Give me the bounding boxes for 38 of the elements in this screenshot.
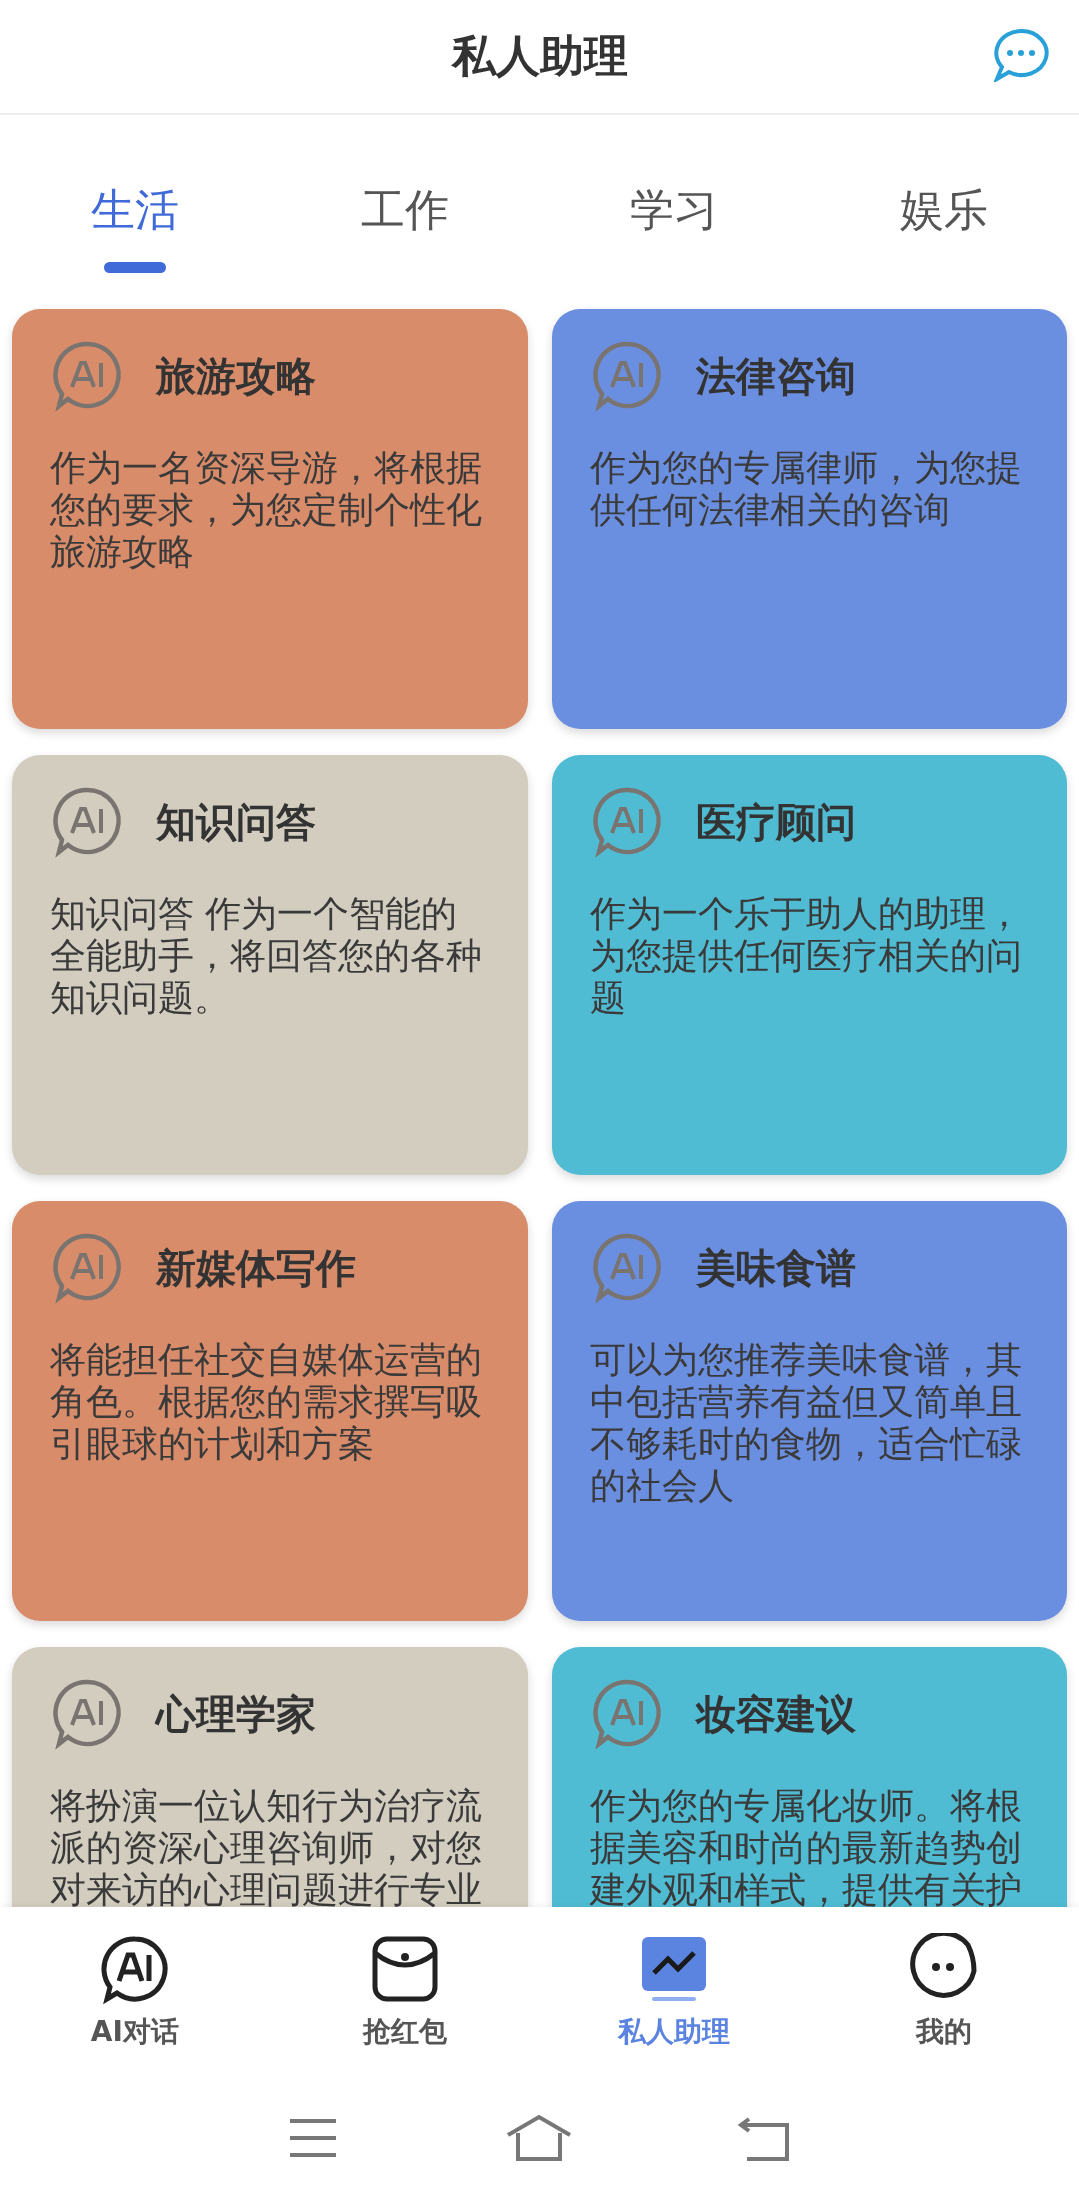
category-tab[interactable]: 工作	[269, 115, 540, 279]
card-description: 作为您的专属律师，为您提供任何法律相关的咨询	[589, 447, 1023, 531]
assistant-card[interactable]: 旅游攻略 作为一名资深导游，将根据您的要求，为您定制个性化旅游攻略	[12, 309, 528, 729]
nav-item[interactable]: 抢红包	[269, 1907, 540, 2077]
card-description: 作为一个乐于助人的助理，为您提供任何医疗相关的问题	[589, 893, 1023, 1019]
category-tab[interactable]: 娱乐	[809, 115, 1079, 279]
category-tab[interactable]: 学习	[539, 115, 810, 279]
assistant-card[interactable]: 妆容建议 作为您的专属化妆师。将根据美容和时尚的最新趋势创建外观和样式，提供有关护	[551, 1647, 1067, 1907]
card-title: 妆容建议	[695, 1689, 856, 1739]
card-title: 医疗顾问	[695, 797, 856, 847]
assistant-card[interactable]: 法律咨询 作为您的专属律师，为您提供任何法律相关的咨询	[551, 309, 1067, 729]
ai-chat-icon	[50, 785, 124, 859]
card-title: 知识问答	[156, 797, 316, 847]
card-description: 作为您的专属化妆师。将根据美容和时尚的最新趋势创建外观和样式，提供有关护	[589, 1785, 1023, 1907]
card-title: 美味食谱	[695, 1243, 856, 1293]
card-description: 将能担任社交自媒体运营的角色。根据您的需求撰写吸引眼球的计划和方案	[50, 1339, 483, 1465]
card-description: 可以为您推荐美味食谱，其中包括营养有益但又简单且不够耗时的食物，适合忙碌的社会人	[589, 1339, 1023, 1507]
assistant-card[interactable]: 医疗顾问 作为一个乐于助人的助理，为您提供任何医疗相关的问题	[551, 755, 1067, 1175]
nav-item[interactable]: 我的	[809, 1907, 1079, 2077]
card-description: 将扮演一位认知行为治疗流派的资深心理咨询师，对您对来访的心理问题进行专业	[50, 1785, 483, 1907]
nav-item[interactable]: 私人助理	[539, 1907, 810, 2077]
assistant-card[interactable]: 新媒体写作 将能担任社交自媒体运营的角色。根据您的需求撰写吸引眼球的计划和方案	[12, 1201, 528, 1621]
category-tab[interactable]: 生活	[0, 115, 270, 279]
chat-bubble-icon[interactable]	[993, 28, 1049, 82]
card-title: 法律咨询	[695, 351, 856, 401]
assistant-card[interactable]: 心理学家 将扮演一位认知行为治疗流派的资深心理咨询师，对您对来访的心理问题进行专业	[12, 1647, 528, 1907]
ai-chat-icon	[50, 339, 124, 413]
ai-chat-icon	[50, 1231, 124, 1305]
page-title: 私人助理	[451, 29, 628, 83]
card-description: 知识问答 作为一个智能的全能助手，将回答您的各种知识问题。	[50, 893, 483, 1019]
card-title: 新媒体写作	[156, 1243, 356, 1293]
card-title: 旅游攻略	[156, 351, 316, 401]
assistant-card[interactable]: 美味食谱 可以为您推荐美味食谱，其中包括营养有益但又简单且不够耗时的食物，适合忙碌的社会人	[551, 1201, 1067, 1621]
card-description: 作为一名资深导游，将根据您的要求，为您定制个性化旅游攻略	[50, 447, 483, 573]
ai-chat-icon	[50, 1677, 124, 1751]
nav-item[interactable]: AI对话	[0, 1907, 270, 2077]
card-title: 心理学家	[156, 1689, 316, 1739]
assistant-card[interactable]: 知识问答 知识问答 作为一个智能的全能助手，将回答您的各种知识问题。	[12, 755, 528, 1175]
